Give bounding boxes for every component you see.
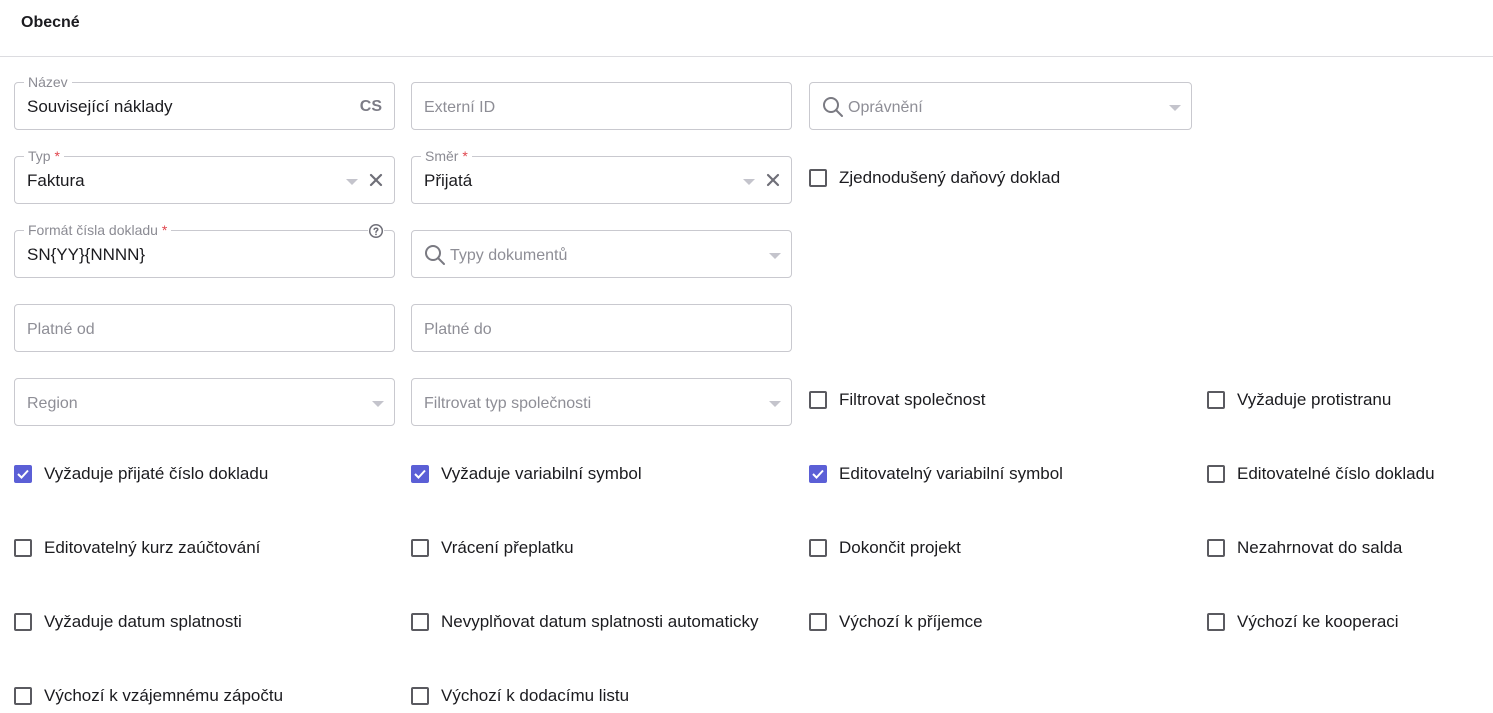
checkbox-vyzaduje-datum-splatnosti[interactable]: Vyžaduje datum splatnosti	[14, 611, 242, 633]
checkbox-box[interactable]	[14, 539, 32, 557]
checkbox-filtrovat-spolecnost[interactable]: Filtrovat společnost	[809, 389, 985, 411]
typy-dokumentu-placeholder: Typy dokumentů	[450, 247, 568, 264]
externi-id-field[interactable]: Externí ID	[411, 82, 792, 130]
nazev-value: Související náklady	[27, 97, 173, 116]
chevron-down-icon[interactable]	[769, 401, 781, 407]
checkbox-box[interactable]	[809, 613, 827, 631]
checkbox-label: Zjednodušený daňový doklad	[839, 168, 1061, 187]
chevron-down-icon[interactable]	[346, 179, 358, 185]
checkbox-vraceni-preplatku[interactable]: Vrácení přeplatku	[411, 537, 574, 559]
search-icon	[823, 97, 843, 117]
checkmark-icon	[414, 469, 426, 479]
region-placeholder: Region	[27, 395, 78, 412]
close-icon[interactable]	[765, 172, 781, 188]
typ-label: Typ *	[24, 147, 64, 165]
checkbox-box[interactable]	[411, 687, 429, 705]
platne-do-placeholder: Platné do	[424, 321, 492, 338]
nazev-label: Název	[24, 73, 72, 91]
checkbox-box[interactable]	[1207, 613, 1225, 631]
checkbox-label: Editovatelný variabilní symbol	[839, 464, 1063, 483]
checkbox-box-checked[interactable]	[809, 465, 827, 483]
chevron-down-icon[interactable]	[1169, 105, 1181, 111]
checkmark-icon	[17, 469, 29, 479]
platne-do-field[interactable]: Platné do	[411, 304, 792, 352]
checkbox-vychozi-k-prijemce[interactable]: Výchozí k příjemce	[809, 611, 983, 633]
checkbox-box[interactable]	[411, 539, 429, 557]
checkbox-label: Vyžaduje přijaté číslo dokladu	[44, 464, 269, 483]
chevron-down-icon[interactable]	[372, 401, 384, 407]
opravneni-select[interactable]: Oprávnění	[809, 82, 1192, 130]
checkbox-vyzaduje-protistranu[interactable]: Vyžaduje protistranu	[1207, 389, 1391, 411]
checkbox-box[interactable]	[1207, 391, 1225, 409]
checkbox-vyzaduje-variabilni-symbol[interactable]: Vyžaduje variabilní symbol	[411, 463, 642, 485]
platne-od-field[interactable]: Platné od	[14, 304, 395, 352]
typy-dokumentu-select[interactable]: Typy dokumentů	[411, 230, 792, 278]
filtrovat-typ-placeholder: Filtrovat typ společnosti	[424, 395, 592, 412]
checkbox-editovatelne-cislo-dokladu[interactable]: Editovatelné číslo dokladu	[1207, 463, 1435, 485]
smer-label: Směr *	[421, 147, 472, 165]
typ-value: Faktura	[27, 171, 85, 190]
checkbox-label: Výchozí k dodacímu listu	[441, 686, 630, 705]
filtrovat-typ-spolecnosti-select[interactable]: Filtrovat typ společnosti	[411, 378, 792, 426]
checkbox-editovatelny-variabilni-symbol[interactable]: Editovatelný variabilní symbol	[809, 463, 1063, 485]
region-select[interactable]: Region	[14, 378, 395, 426]
opravneni-placeholder: Oprávnění	[848, 99, 923, 116]
checkbox-label: Editovatelné číslo dokladu	[1237, 464, 1435, 483]
checkbox-box[interactable]	[14, 687, 32, 705]
format-cisla-field[interactable]: Formát čísla dokladu * SN{YY}{NNNN}	[14, 221, 395, 278]
chevron-down-icon[interactable]	[743, 179, 755, 185]
checkbox-box[interactable]	[809, 391, 827, 409]
checkbox-vyzaduje-prijate-cislo[interactable]: Vyžaduje přijaté číslo dokladu	[14, 463, 268, 485]
checkbox-nevyplnovat-datum-splatnosti[interactable]: Nevyplňovat datum splatnosti automaticky	[411, 611, 759, 633]
checkbox-label: Dokončit projekt	[839, 538, 961, 557]
help-circle-icon[interactable]	[368, 223, 384, 239]
typ-select[interactable]: Typ * Faktura	[14, 147, 395, 204]
checkbox-label: Vyžaduje datum splatnosti	[44, 612, 242, 631]
checkbox-label: Vyžaduje protistranu	[1237, 390, 1392, 409]
checkbox-label: Nezahrnovat do salda	[1237, 538, 1403, 557]
checkmark-icon	[812, 469, 824, 479]
smer-value: Přijatá	[424, 171, 473, 190]
checkbox-vychozi-ke-kooperaci[interactable]: Výchozí ke kooperaci	[1207, 611, 1399, 633]
format-value: SN{YY}{NNNN}	[27, 245, 146, 264]
checkbox-label: Výchozí k příjemce	[839, 612, 983, 631]
checkbox-box[interactable]	[411, 613, 429, 631]
checkbox-label: Filtrovat společnost	[839, 390, 986, 409]
checkbox-box[interactable]	[1207, 465, 1225, 483]
section-divider	[0, 56, 1493, 57]
checkbox-box[interactable]	[809, 539, 827, 557]
platne-od-placeholder: Platné od	[27, 321, 95, 338]
checkbox-label: Výchozí k vzájemnému zápočtu	[44, 686, 284, 705]
checkbox-box[interactable]	[809, 169, 827, 187]
checkbox-box-checked[interactable]	[14, 465, 32, 483]
section-title: Obecné	[21, 14, 80, 31]
chevron-down-icon[interactable]	[769, 253, 781, 259]
checkbox-vychozi-k-dodacimu-listu[interactable]: Výchozí k dodacímu listu	[411, 685, 629, 707]
checkbox-box[interactable]	[1207, 539, 1225, 557]
checkbox-nezahrnovat-do-salda[interactable]: Nezahrnovat do salda	[1207, 537, 1402, 559]
checkbox-editovatelny-kurz[interactable]: Editovatelný kurz zaúčtování	[14, 537, 260, 559]
checkbox-vychozi-k-vzajemnemu-zapoctu[interactable]: Výchozí k vzájemnému zápočtu	[14, 685, 283, 707]
checkbox-label: Vrácení přeplatku	[441, 538, 574, 557]
search-icon	[425, 245, 445, 265]
close-icon[interactable]	[368, 172, 384, 188]
format-label: Formát čísla dokladu *	[24, 221, 172, 239]
checkbox-label: Výchozí ke kooperaci	[1237, 612, 1399, 631]
language-switch[interactable]: CS	[360, 98, 382, 116]
checkbox-dokoncit-projekt[interactable]: Dokončit projekt	[809, 537, 961, 559]
externi-id-placeholder: Externí ID	[424, 99, 496, 116]
checkbox-zjednoduseny-danovy-doklad[interactable]: Zjednodušený daňový doklad	[809, 167, 1060, 189]
nazev-field[interactable]: Název Související náklady CS	[14, 73, 395, 130]
checkbox-label: Editovatelný kurz zaúčtování	[44, 538, 261, 557]
checkbox-box-checked[interactable]	[411, 465, 429, 483]
checkbox-label: Nevyplňovat datum splatnosti automaticky	[441, 612, 759, 631]
checkbox-label: Vyžaduje variabilní symbol	[441, 464, 642, 483]
checkbox-box[interactable]	[14, 613, 32, 631]
smer-select[interactable]: Směr * Přijatá	[411, 147, 792, 204]
